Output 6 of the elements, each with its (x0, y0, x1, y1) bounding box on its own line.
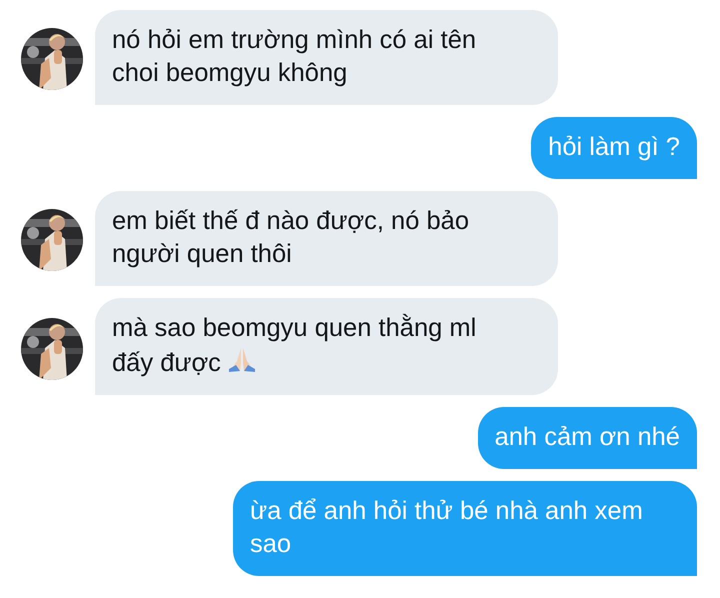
message-text: em biết thế đ nào được, nó bảo người quen thôi (112, 207, 470, 268)
message-text: nó hỏi em trường mình có ai tên choi beomgyu không (112, 26, 476, 87)
message-text: hỏi làm gì ? (548, 133, 680, 161)
message-text: ừa để anh hỏi thử bé nhà anh xem sao (250, 497, 643, 558)
message-text: mà sao beomgyu quen thằng ml đấy được (112, 314, 476, 377)
message-text: anh cảm ơn nhé (494, 423, 680, 451)
